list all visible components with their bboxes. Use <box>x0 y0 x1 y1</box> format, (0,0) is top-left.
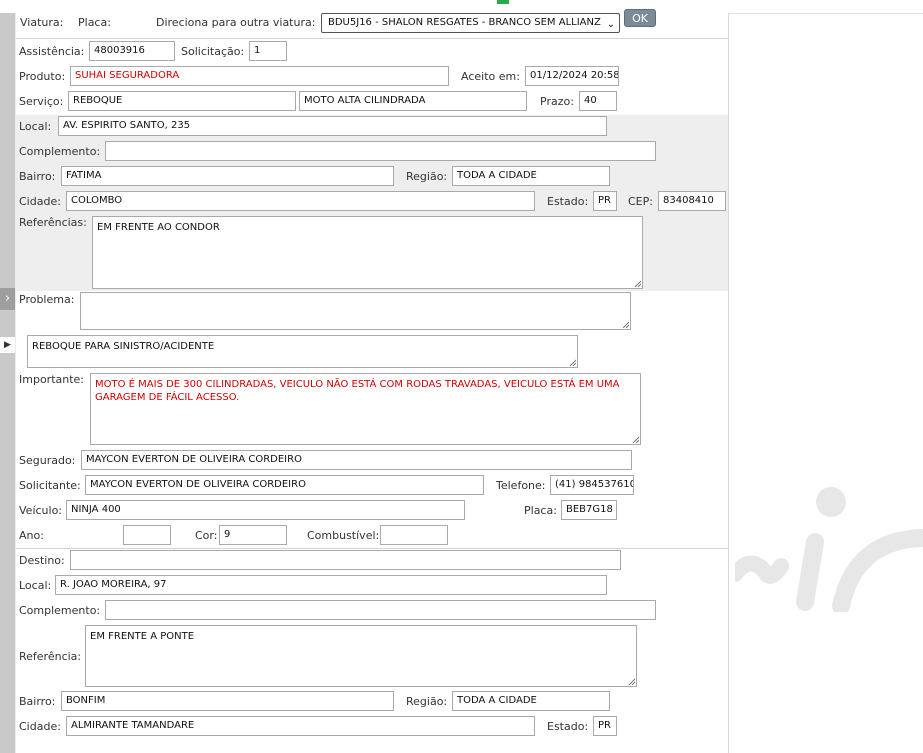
cep-label: CEP: <box>628 195 653 208</box>
destino-referencia-text: EM FRENTE A PONTE <box>90 631 195 642</box>
resize-handle-icon[interactable] <box>628 678 635 685</box>
telefone-field[interactable]: (41) 984537610 <box>550 475 634 495</box>
problema-label: Problema: <box>19 293 75 306</box>
destino-referencia-textarea[interactable]: EM FRENTE A PONTE <box>85 625 637 687</box>
regiao-label: Região: <box>406 170 448 183</box>
complemento-label: Complemento: <box>19 145 101 158</box>
cep-field[interactable]: 83408410 <box>658 191 726 211</box>
veiculo-label: Veículo: <box>19 504 63 517</box>
destino-estado-field[interactable]: PR <box>593 716 617 736</box>
direciona-select-value: BDU5J16 - SHALON RESGATES - BRANCO SEM A… <box>328 17 601 28</box>
top-bar <box>0 0 923 14</box>
combustivel-label: Combustível: <box>307 529 380 542</box>
destino-cidade-field[interactable]: ALMIRANTE TAMANDARE <box>66 716 535 736</box>
placa-field[interactable]: BEB7G18 <box>561 500 617 520</box>
solicitante-field[interactable]: MAYCON EVERTON DE OLIVEIRA CORDEIRO <box>85 475 484 495</box>
solicitacao-label: Solicitação: <box>181 45 245 58</box>
destino-cidade-label: Cidade: <box>19 720 61 733</box>
prazo-field[interactable]: 40 <box>579 91 617 111</box>
segurado-label: Segurado: <box>19 454 76 467</box>
resize-handle-icon[interactable] <box>634 280 641 287</box>
complemento-field[interactable] <box>105 141 656 161</box>
top-status-mark <box>497 0 509 4</box>
aceito-field[interactable]: 01/12/2024 20:58 <box>525 66 619 86</box>
watermark-logo <box>735 487 923 612</box>
destino-complemento-label: Complemento: <box>19 604 101 617</box>
cidade-label: Cidade: <box>19 195 61 208</box>
chevron-down-icon: ⌄ <box>606 19 615 30</box>
importante-text: MOTO É MAIS DE 300 CILINDRADAS, VEICULO … <box>95 379 620 403</box>
header-divider <box>16 38 728 39</box>
resize-handle-icon[interactable] <box>632 436 639 443</box>
solicitante-label: Solicitante: <box>19 479 81 492</box>
destino-bairro-label: Bairro: <box>19 695 56 708</box>
referencias-label: Referências: <box>19 216 87 229</box>
estado-label: Estado: <box>547 195 589 208</box>
direciona-label: Direciona para outra viatura: <box>156 16 316 29</box>
ok-button[interactable]: OK <box>624 9 656 27</box>
referencias-textarea[interactable]: EM FRENTE AO CONDOR <box>92 216 643 289</box>
prazo-label: Prazo: <box>540 95 574 108</box>
cidade-field[interactable]: COLOMBO <box>66 191 535 211</box>
solicitacao-field[interactable]: 1 <box>249 41 287 61</box>
expand-panel-icon[interactable]: › <box>0 288 15 310</box>
local-label: Local: <box>19 120 52 133</box>
destino-label: Destino: <box>19 554 65 567</box>
combustivel-field[interactable] <box>380 525 448 545</box>
importante-label: Importante: <box>19 373 85 386</box>
ano-field[interactable] <box>123 525 171 545</box>
assistencia-label: Assistência: <box>19 45 85 58</box>
ano-label: Ano: <box>19 529 44 542</box>
segurado-field[interactable]: MAYCON EVERTON DE OLIVEIRA CORDEIRO <box>81 450 632 470</box>
servico-label: Serviço: <box>19 95 64 108</box>
destino-local-field[interactable]: R. JOAO MOREIRA, 97 <box>55 575 607 595</box>
destino-bairro-field[interactable]: BONFIM <box>61 691 394 711</box>
left-sidebar <box>0 13 15 753</box>
produto-label: Produto: <box>19 70 66 83</box>
viatura-label: Viatura: <box>20 16 64 29</box>
produto-field[interactable]: SUHAI SEGURADORA <box>70 66 449 86</box>
destino-regiao-field[interactable]: TODA A CIDADE <box>452 691 610 711</box>
cor-label: Cor: <box>195 529 218 542</box>
servico-field[interactable]: REBOQUE <box>68 91 296 111</box>
resize-handle-icon[interactable] <box>622 321 629 328</box>
local-field[interactable]: AV. ESPIRITO SANTO, 235 <box>58 116 607 136</box>
destino-estado-label: Estado: <box>547 720 589 733</box>
problema-detalhe-text: REBOQUE PARA SINISTRO/ACIDENTE <box>32 341 215 352</box>
regiao-field[interactable]: TODA A CIDADE <box>452 166 610 186</box>
placa-header-label: Placa: <box>78 16 111 29</box>
destino-regiao-label: Região: <box>406 695 448 708</box>
problema-textarea[interactable] <box>80 292 631 330</box>
destino-referencia-label: Referência: <box>19 650 82 663</box>
bairro-label: Bairro: <box>19 170 56 183</box>
expand-row-icon[interactable]: ▶ <box>0 337 15 353</box>
bairro-field[interactable]: FATIMA <box>61 166 394 186</box>
destination-divider <box>16 548 728 549</box>
problema-detalhe-textarea[interactable]: REBOQUE PARA SINISTRO/ACIDENTE <box>27 335 578 368</box>
destino-complemento-field[interactable] <box>105 600 656 620</box>
cor-field[interactable]: 9 <box>219 525 287 545</box>
referencias-text: EM FRENTE AO CONDOR <box>97 222 220 233</box>
importante-textarea[interactable]: MOTO É MAIS DE 300 CILINDRADAS, VEICULO … <box>90 373 641 445</box>
assistencia-field[interactable]: 48003916 <box>89 41 175 61</box>
destino-local-label: Local: <box>19 579 52 592</box>
estado-field[interactable]: PR <box>593 191 617 211</box>
destino-field[interactable] <box>70 550 621 570</box>
telefone-label: Telefone: <box>496 479 546 492</box>
placa-label: Placa: <box>524 504 557 517</box>
direciona-select[interactable]: BDU5J16 - SHALON RESGATES - BRANCO SEM A… <box>321 13 620 33</box>
servico-tipo-field[interactable]: MOTO ALTA CILINDRADA <box>299 91 527 111</box>
aceito-label: Aceito em: <box>461 70 520 83</box>
resize-handle-icon[interactable] <box>569 359 576 366</box>
veiculo-field[interactable]: NINJA 400 <box>66 500 465 520</box>
